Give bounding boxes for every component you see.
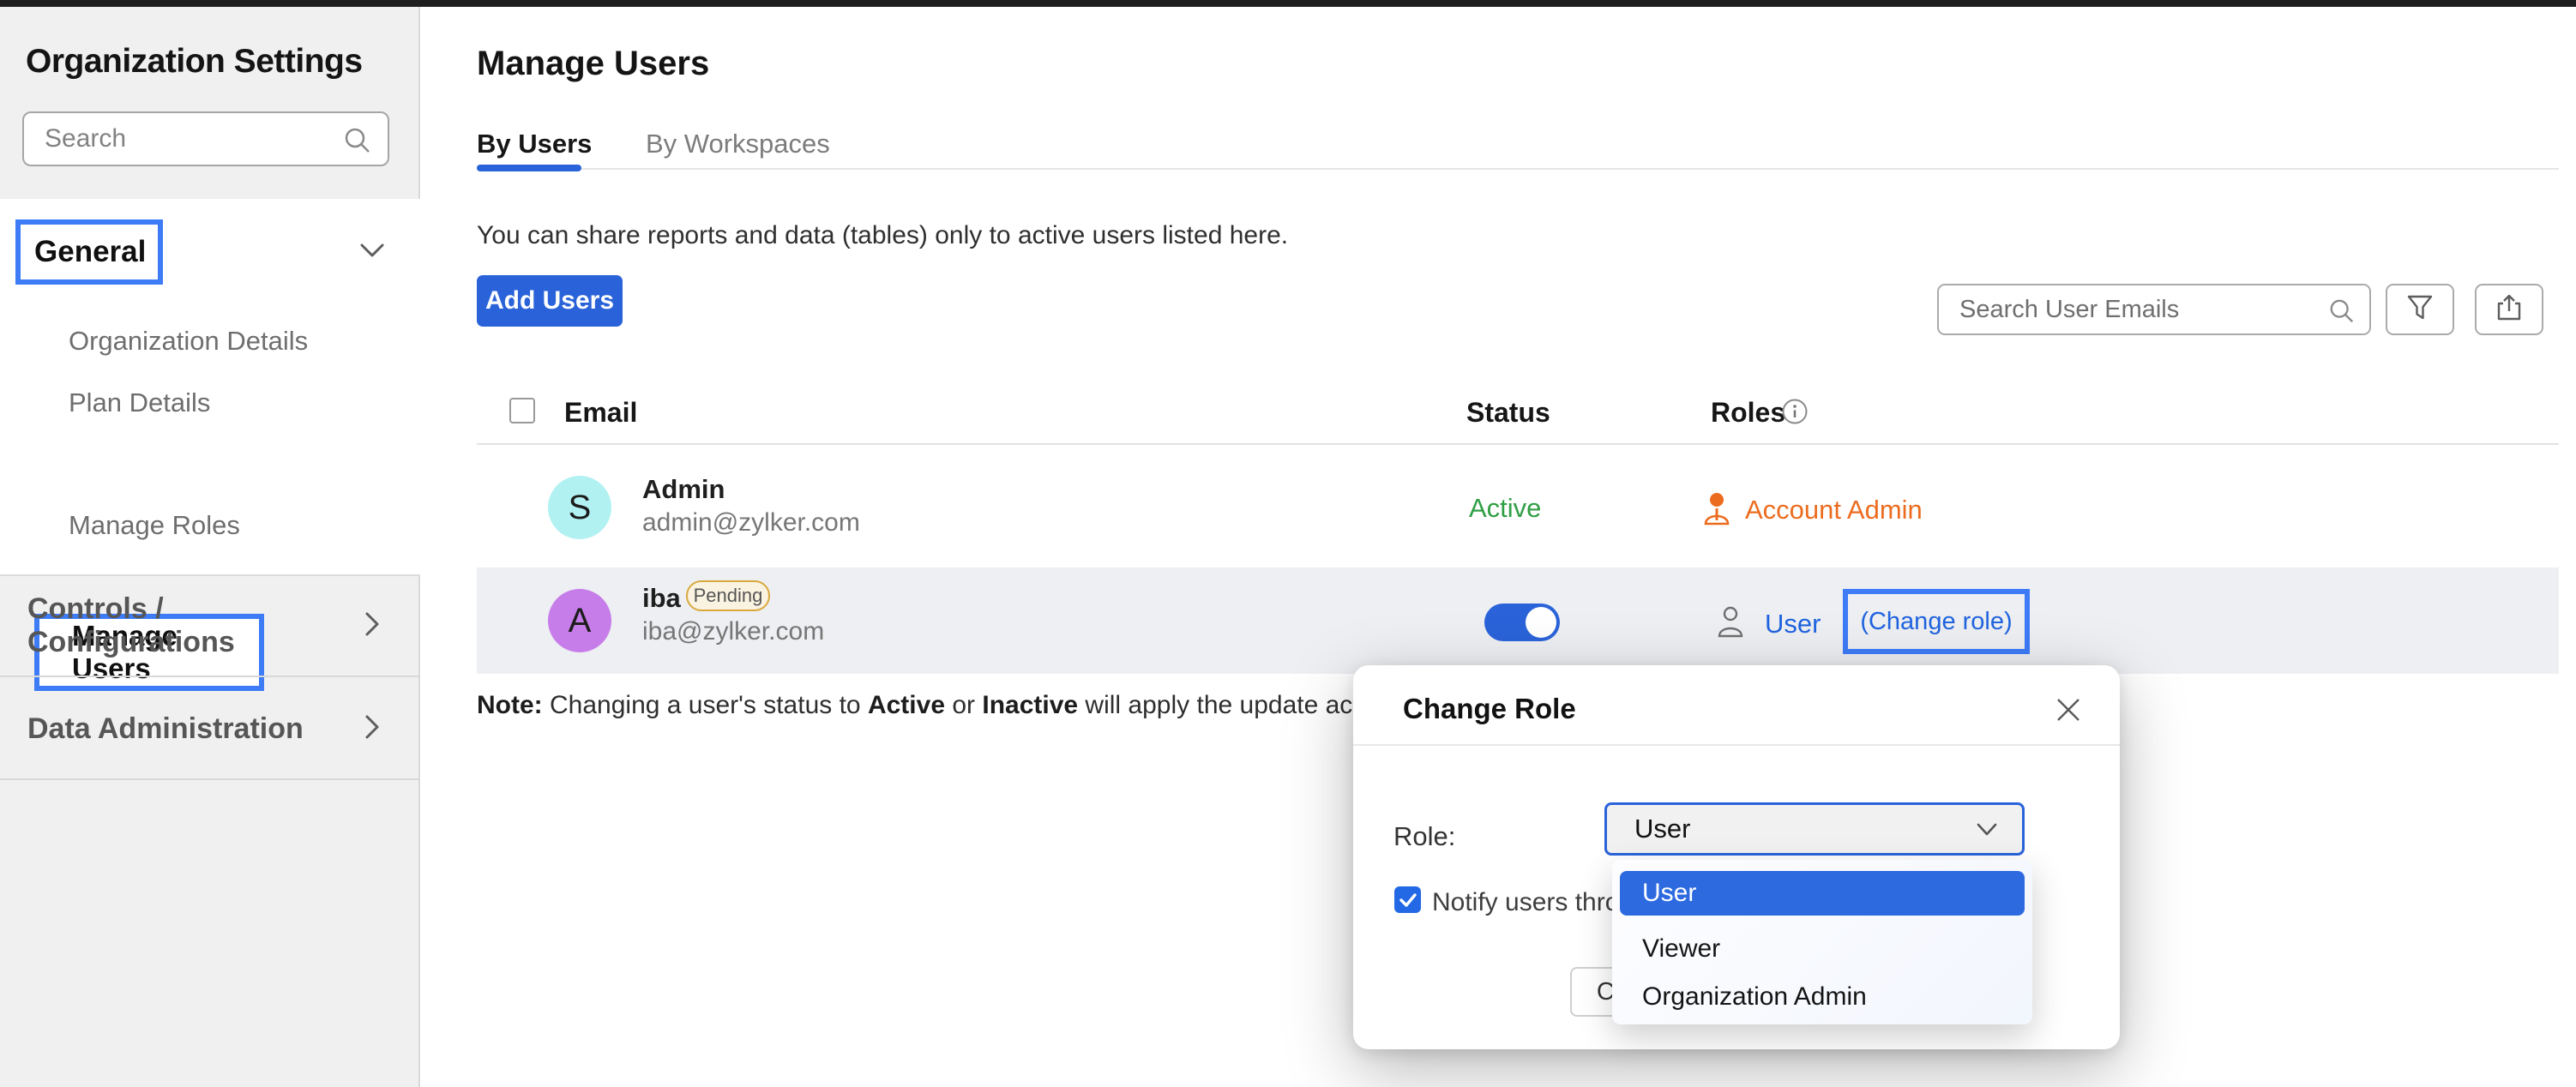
status-toggle[interactable] xyxy=(1484,604,1560,641)
change-role-highlight-box[interactable]: (Change role) xyxy=(1843,589,2030,654)
user-email-search-input[interactable] xyxy=(1939,285,2369,333)
top-window-bar xyxy=(0,0,2576,7)
sidebar-item-organization-details[interactable]: Organization Details xyxy=(69,326,308,357)
chevron-right-icon xyxy=(362,609,382,644)
avatar: S xyxy=(548,476,611,539)
chevron-down-icon[interactable] xyxy=(357,240,388,265)
add-users-button[interactable]: Add Users xyxy=(477,275,623,327)
user-email-search xyxy=(1937,284,2371,335)
select-all-checkbox[interactable] xyxy=(509,398,535,423)
column-header-email: Email xyxy=(564,397,637,429)
export-button[interactable] xyxy=(2475,284,2543,335)
modal-divider xyxy=(1353,744,2120,746)
avatar: A xyxy=(548,589,611,652)
tab-by-users[interactable]: By Users xyxy=(477,129,592,159)
table-row[interactable]: S Admin admin@zylker.com Active Account … xyxy=(477,445,2559,568)
filter-button[interactable] xyxy=(2386,284,2454,335)
sidebar-search xyxy=(22,111,389,166)
modal-title: Change Role xyxy=(1403,693,1576,725)
tab-divider xyxy=(477,168,2559,170)
role-select[interactable]: User xyxy=(1604,802,2025,856)
role-text: Account Admin xyxy=(1745,495,1923,525)
dropdown-option-user[interactable]: User xyxy=(1620,871,2025,916)
info-icon[interactable] xyxy=(1781,398,1809,429)
toggle-knob xyxy=(1526,607,1556,638)
notify-checkbox[interactable] xyxy=(1394,886,1421,913)
dropdown-option-organization-admin[interactable]: Organization Admin xyxy=(1642,982,1867,1012)
page-title: Manage Users xyxy=(477,45,709,83)
active-tab-indicator xyxy=(477,165,581,171)
sidebar: Organization Settings General Organizati… xyxy=(0,7,420,1087)
user-email: iba@zylker.com xyxy=(642,617,824,646)
sidebar-section-controls-configurations[interactable]: Controls / Configurations xyxy=(0,576,420,677)
user-name: iba xyxy=(642,583,681,614)
export-icon xyxy=(2494,292,2525,327)
sidebar-item-manage-roles[interactable]: Manage Roles xyxy=(69,510,240,541)
role-field-label: Role: xyxy=(1393,821,1455,852)
sidebar-title: Organization Settings xyxy=(26,43,363,81)
general-highlight-box[interactable]: General xyxy=(15,219,163,285)
close-icon[interactable] xyxy=(2053,694,2084,730)
user-email: admin@zylker.com xyxy=(642,508,860,537)
change-role-link[interactable]: (Change role) xyxy=(1860,608,2012,636)
pending-badge: Pending xyxy=(686,580,770,611)
sidebar-section-label: Controls / Configurations xyxy=(27,592,362,659)
page-description: You can share reports and data (tables) … xyxy=(477,221,1288,250)
sidebar-group-general: General xyxy=(34,235,146,269)
sidebar-general-section: General Organization Details Plan Detail… xyxy=(0,199,420,576)
sidebar-section-label: Data Administration xyxy=(27,712,304,746)
dropdown-option-viewer[interactable]: Viewer xyxy=(1642,934,1720,964)
user-role-icon xyxy=(1717,605,1744,644)
role-text[interactable]: User xyxy=(1765,609,1821,640)
status-text: Active xyxy=(1469,493,1541,524)
user-name: Admin xyxy=(642,474,725,505)
chevron-right-icon xyxy=(362,712,382,747)
role-dropdown-list: User Viewer Organization Admin xyxy=(1612,860,2032,1024)
sidebar-search-input[interactable] xyxy=(24,113,388,165)
column-header-status: Status xyxy=(1466,397,1550,429)
change-role-modal: Change Role Role: User Notify users thro… xyxy=(1353,665,2120,1049)
sidebar-section-data-administration[interactable]: Data Administration xyxy=(0,679,420,780)
filter-icon xyxy=(2404,292,2435,327)
search-icon xyxy=(2328,297,2356,329)
column-header-roles: Roles xyxy=(1711,397,1785,429)
check-icon xyxy=(1398,890,1418,910)
account-admin-icon xyxy=(1702,491,1731,531)
table-row[interactable]: A iba Pending iba@zylker.com User (Chang… xyxy=(477,568,2559,674)
role-select-value: User xyxy=(1634,814,1690,844)
search-icon xyxy=(343,126,372,159)
tab-by-workspaces[interactable]: By Workspaces xyxy=(646,129,830,159)
sidebar-item-plan-details[interactable]: Plan Details xyxy=(69,387,210,418)
chevron-down-icon xyxy=(1974,820,2000,844)
